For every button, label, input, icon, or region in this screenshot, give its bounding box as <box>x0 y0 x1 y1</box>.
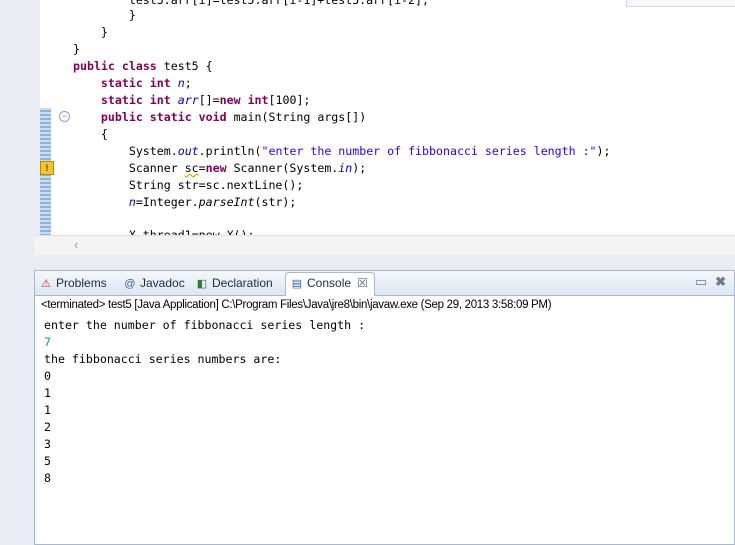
main-method-line: public static void main(String args[]) <box>100 110 367 124</box>
parse-line: n=Integer.parseInt(str); <box>128 195 297 209</box>
minimize-icon[interactable]: ▭ <box>695 274 707 289</box>
console-number: 1 <box>44 386 51 400</box>
console-number: 5 <box>44 454 51 468</box>
console-status-header: <terminated> test5 [Java Application] C:… <box>41 299 552 311</box>
tab-declaration[interactable]: ◧ Declaration <box>195 273 273 294</box>
class-declaration-line: public class test5 { <box>73 59 213 73</box>
console-number: 8 <box>44 471 51 485</box>
code-line: } <box>73 8 136 22</box>
scanner-line: Scanner sc=new Scanner(System.in); <box>128 161 367 175</box>
code-line: { <box>100 127 108 141</box>
fold-collapse-icon[interactable]: − <box>59 111 70 122</box>
declaration-icon: ◧ <box>196 277 208 290</box>
view-tab-bar: ⚠ Problems @ Javadoc ◧ Declaration ▤ Console… <box>35 271 734 296</box>
console-number: 3 <box>44 437 51 451</box>
console-result-label: the fibbonacci series numbers are: <box>44 352 282 366</box>
console-output[interactable]: enter the number of fibbonacci series le… <box>44 317 365 487</box>
field-n-line: static int n; <box>100 76 192 90</box>
code-line: } <box>73 42 80 56</box>
close-icon[interactable]: ☒ <box>357 276 368 290</box>
println-line: System.out.println("enter the number of … <box>128 144 611 158</box>
console-panel: ⚠ Problems @ Javadoc ◧ Declaration ▤ Console… <box>34 270 735 545</box>
console-user-input: 7 <box>44 335 51 349</box>
warning-icon[interactable]: ! <box>40 161 54 175</box>
tab-console[interactable]: ▤ Console ☒ <box>285 272 375 296</box>
javadoc-icon: @ <box>124 277 136 290</box>
code-line: } <box>73 25 108 39</box>
scroll-left-icon[interactable]: ‹ <box>74 237 78 252</box>
overview-ruler-box <box>626 0 735 7</box>
problems-icon: ⚠ <box>41 277 51 290</box>
editor-horizontal-scrollbar[interactable]: ‹ <box>34 235 735 255</box>
close-view-icon[interactable]: ✖ <box>715 274 726 289</box>
console-icon: ▤ <box>291 277 303 290</box>
string-line: String str=sc.nextLine(); <box>128 178 304 192</box>
view-toolbar: ▭ ✖ <box>687 274 726 290</box>
console-number: 2 <box>44 420 51 434</box>
tab-problems[interactable]: ⚠ Problems <box>39 273 107 294</box>
console-prompt-line: enter the number of fibbonacci series le… <box>44 318 366 332</box>
tab-javadoc[interactable]: @ Javadoc <box>123 273 184 294</box>
console-number: 0 <box>44 369 51 383</box>
field-arr-line: static int arr[]=new int[100]; <box>100 93 311 107</box>
code-editor[interactable]: test5.arr[i]=test5.arr[i-1]+test5.arr[i-… <box>34 0 735 254</box>
console-number: 1 <box>44 403 51 417</box>
